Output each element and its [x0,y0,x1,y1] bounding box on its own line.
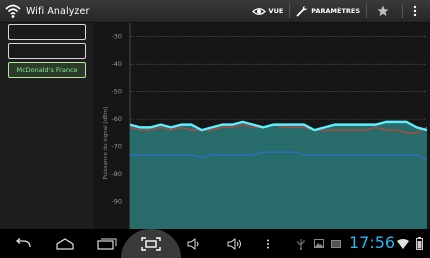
screenshot-button[interactable] [136,229,166,258]
overflow-menu-icon [413,5,417,17]
y-tick-label: -30 [111,33,122,41]
image-icon [314,239,324,248]
home-button[interactable] [50,229,80,258]
navigation-bar: 17:56 [0,229,430,258]
ssid-item[interactable] [8,24,86,40]
usb-icon [297,238,305,250]
y-tick-label: -90 [111,198,122,206]
home-icon [56,237,74,250]
screenshot-icon [141,236,161,251]
battery-icon [415,237,423,250]
y-axis-label: Puissance du signal [dBm] [103,107,109,180]
y-tick-label: -70 [111,143,122,151]
signal-chart-svg: -30 -40 -50 -60 -70 -80 -90 Puissance du signa… [103,23,428,229]
y-tick-label: -40 [111,60,122,68]
image-status [312,229,326,258]
eye-icon [251,7,266,15]
usb-status [294,229,308,258]
view-button[interactable]: VUE [246,0,290,22]
ssid-item-selected[interactable]: McDonald's France [8,62,86,78]
action-bar: Wifi Analyzer VUE PARAMÈTRES [0,0,430,23]
volume-up-icon [227,237,241,250]
settings-button[interactable]: PARAMÈTRES [290,0,366,22]
view-label: VUE [268,7,284,15]
highlighted-series-area [130,121,427,229]
y-tick-label: -80 [111,170,122,178]
star-icon [377,5,389,16]
settings-label: PARAMÈTRES [311,7,360,15]
menu-button[interactable] [260,229,276,258]
overflow-menu-button[interactable] [403,0,430,22]
screenshot-status [329,229,343,258]
wifi-icon[interactable] [4,2,22,20]
wifi-signal-icon [397,238,409,249]
battery-status [412,229,426,258]
ssid-panel: McDonald's France [0,23,94,229]
recent-apps-icon [97,238,117,250]
y-tick-label: -50 [111,88,122,96]
recent-apps-button[interactable] [94,229,120,258]
back-icon [15,237,31,247]
back-button[interactable] [8,229,38,258]
screenshot-notification-icon [331,239,341,248]
menu-icon [267,239,269,248]
wifi-status [396,229,410,258]
volume-up-button[interactable] [222,229,248,258]
favorite-button[interactable] [367,0,402,22]
volume-down-icon [187,237,199,250]
signal-chart: -30 -40 -50 -60 -70 -80 -90 Puissance du signa… [94,23,430,229]
ssid-item[interactable] [8,43,86,59]
volume-down-button[interactable] [182,229,206,258]
status-clock: 17:56 [349,233,396,252]
wrench-icon [296,6,308,17]
app-title: Wifi Analyzer [26,5,90,17]
y-tick-label: -60 [111,115,122,123]
